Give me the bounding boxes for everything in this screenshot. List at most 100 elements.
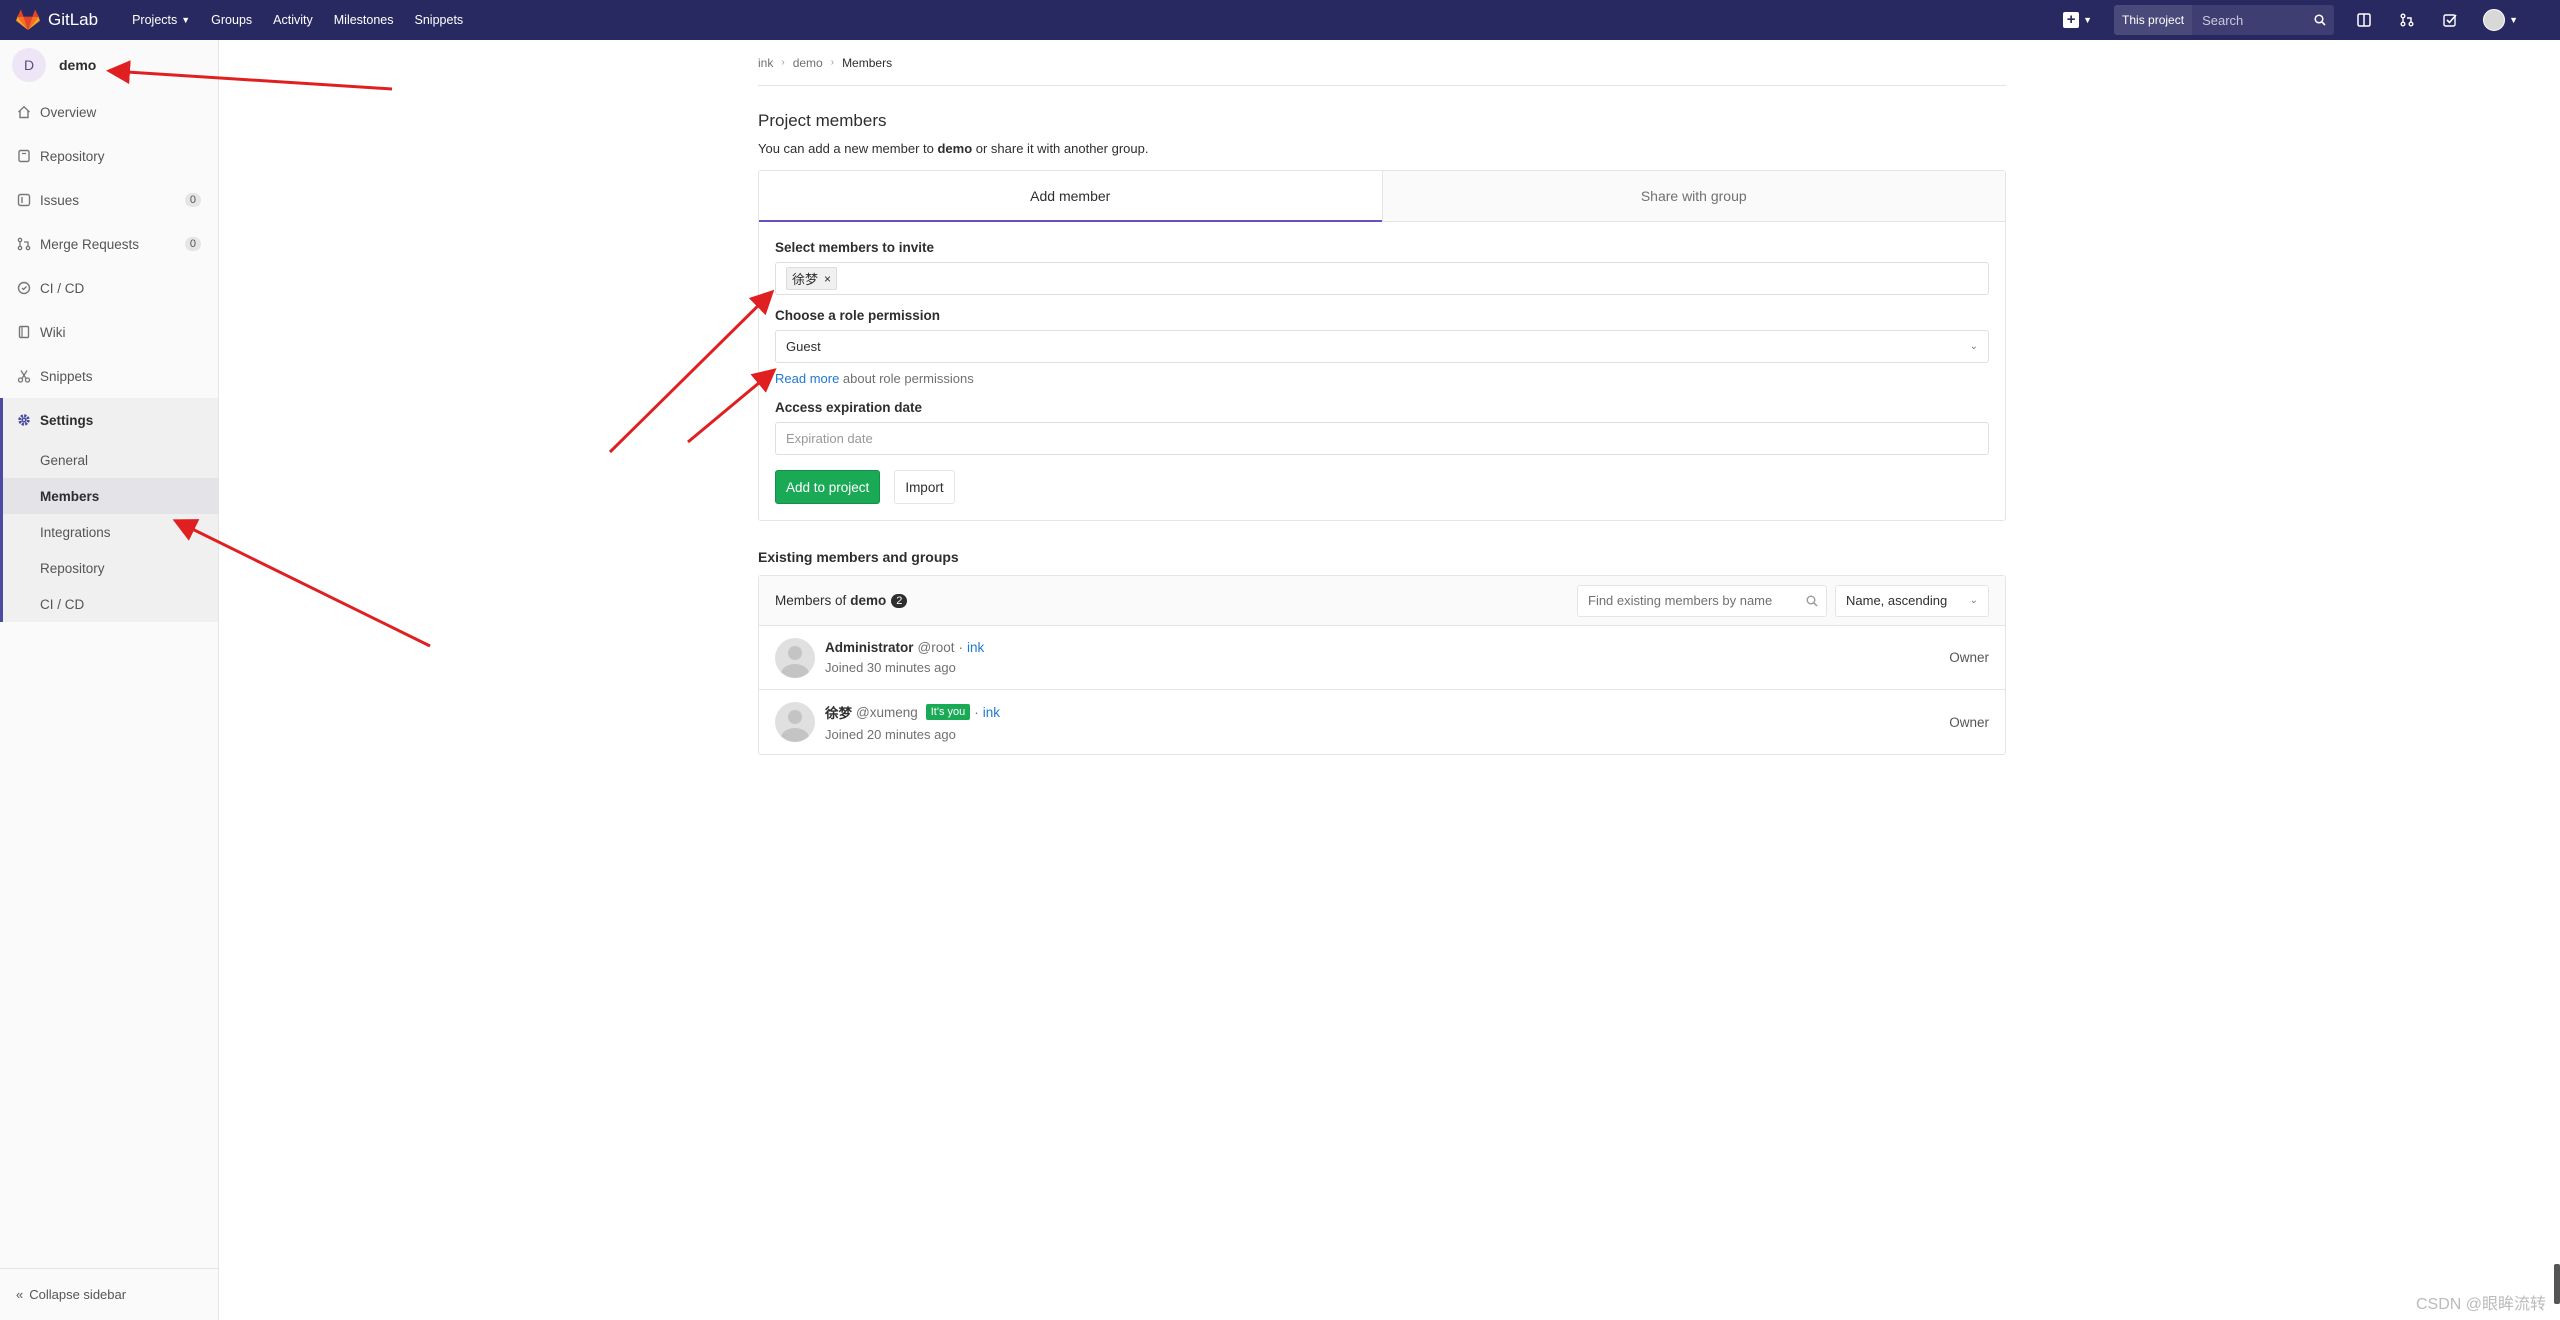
- nav-projects-label: Projects: [132, 13, 178, 27]
- breadcrumb-members[interactable]: Members: [842, 56, 892, 70]
- sort-value: Name, ascending: [1846, 593, 1948, 608]
- member-avatar: [775, 637, 815, 678]
- nav-projects[interactable]: Projects ▼: [132, 13, 190, 27]
- import-button[interactable]: Import: [894, 470, 955, 504]
- project-sidebar: D demo Overview Repository Issues 0 Merg…: [0, 40, 219, 1320]
- todo-icon[interactable]: [2440, 10, 2460, 30]
- nav-groups[interactable]: Groups: [211, 13, 252, 27]
- form-actions: Add to project Import: [775, 470, 1989, 504]
- read-more-link[interactable]: Read more: [775, 371, 839, 386]
- gitlab-brand[interactable]: GitLab: [16, 9, 98, 31]
- sidebar-item-wiki[interactable]: Wiki: [0, 310, 218, 354]
- role-help-text: Read more about role permissions: [775, 371, 1989, 386]
- member-username: @root: [917, 640, 955, 655]
- search-icon: [2314, 14, 2326, 26]
- search-bar[interactable]: This project Search: [2114, 5, 2335, 35]
- members-project-name: demo: [850, 593, 887, 608]
- sort-dropdown[interactable]: Name, ascending ⌄: [1835, 584, 1989, 617]
- member-row: 徐梦 @xumeng It's you · ink Joined 20 minu…: [759, 690, 2005, 754]
- sidebar-sub-general[interactable]: General: [3, 442, 218, 478]
- new-dropdown-button[interactable]: + ▼: [2063, 12, 2092, 28]
- gear-icon: [16, 412, 32, 428]
- sidebar-item-ci-cd[interactable]: CI / CD: [0, 266, 218, 310]
- sidebar-toggle-icon[interactable]: [2354, 10, 2374, 30]
- desc-project: demo: [937, 141, 973, 156]
- find-members-input[interactable]: Find existing members by name: [1577, 584, 1827, 617]
- desc-suffix: or share it with another group.: [972, 141, 1149, 156]
- role-select-value: Guest: [786, 339, 821, 354]
- nav-milestones[interactable]: Milestones: [334, 13, 394, 27]
- find-members-placeholder: Find existing members by name: [1588, 593, 1773, 608]
- merge-request-icon[interactable]: [2397, 10, 2417, 30]
- tab-add-member[interactable]: Add member: [759, 171, 1382, 222]
- member-name[interactable]: 徐梦: [825, 702, 852, 722]
- sidebar-sub-repository[interactable]: Repository: [3, 550, 218, 586]
- chevron-down-icon: ▼: [2509, 15, 2518, 25]
- sidebar-project-header[interactable]: D demo: [0, 40, 218, 90]
- members-count-badge: 2: [891, 593, 908, 608]
- existing-members-title: Existing members and groups: [758, 549, 959, 565]
- read-more-suffix: about role permissions: [839, 371, 974, 386]
- expiration-date-input[interactable]: Expiration date: [775, 422, 1989, 455]
- sidebar-item-label: Settings: [40, 412, 94, 428]
- nav-snippets[interactable]: Snippets: [415, 13, 464, 27]
- role-select[interactable]: Guest ⌄: [775, 330, 1989, 363]
- avatar: [2483, 9, 2506, 31]
- members-select-input[interactable]: 徐梦 ×: [775, 262, 1989, 295]
- member-name[interactable]: Administrator: [825, 640, 914, 655]
- member-role: Owner: [1949, 650, 1989, 665]
- sidebar-item-label: Repository: [40, 148, 105, 164]
- sidebar-sub-integrations[interactable]: Integrations: [3, 514, 218, 550]
- breadcrumb: ink › demo › Members: [758, 40, 2006, 86]
- search-scope[interactable]: This project: [2114, 5, 2193, 35]
- main-content: ink › demo › Members Project members You…: [758, 40, 2006, 755]
- merge-request-icon: [16, 236, 32, 252]
- wiki-icon: [16, 324, 32, 340]
- sidebar-item-label: Merge Requests: [40, 236, 140, 252]
- sidebar-item-label: Issues: [40, 192, 80, 208]
- plus-icon: +: [2063, 12, 2080, 28]
- collapse-sidebar-button[interactable]: « Collapse sidebar: [0, 1268, 219, 1320]
- selected-member-token: 徐梦 ×: [786, 267, 838, 290]
- project-avatar: D: [12, 48, 46, 82]
- member-source-link[interactable]: ink: [967, 640, 984, 655]
- search-icon: [1806, 595, 1818, 607]
- add-to-project-button[interactable]: Add to project: [775, 470, 881, 504]
- sidebar-item-label: CI / CD: [40, 280, 85, 296]
- sidebar-item-merge-requests[interactable]: Merge Requests 0: [0, 222, 218, 266]
- tab-share-with-group[interactable]: Share with group: [1381, 171, 2005, 222]
- members-list-panel: Members of demo 2 Find existing members …: [758, 575, 2006, 755]
- page-title: Project members: [758, 111, 887, 130]
- sidebar-sub-members[interactable]: Members: [3, 478, 218, 514]
- chevron-down-icon: ▼: [2083, 15, 2093, 25]
- chevron-right-icon: ›: [830, 57, 835, 68]
- nav-links: Projects ▼ Groups Activity Milestones Sni…: [132, 13, 484, 27]
- search-input[interactable]: Search: [2192, 5, 2335, 35]
- breadcrumb-demo[interactable]: demo: [793, 56, 823, 70]
- sidebar-item-settings[interactable]: Settings: [3, 398, 218, 442]
- sidebar-sub-ci-cd[interactable]: CI / CD: [3, 586, 218, 622]
- annotation-arrow: [608, 289, 775, 454]
- sidebar-item-label: Overview: [40, 104, 97, 120]
- user-menu[interactable]: ▼: [2483, 9, 2518, 31]
- its-you-badge: It's you: [925, 704, 971, 720]
- member-source-link[interactable]: ink: [983, 705, 1000, 720]
- sidebar-item-issues[interactable]: Issues 0: [0, 178, 218, 222]
- sidebar-item-repository[interactable]: Repository: [0, 134, 218, 178]
- sidebar-item-overview[interactable]: Overview: [0, 90, 218, 134]
- chevron-down-icon: ▼: [181, 15, 191, 25]
- members-list-header: Members of demo 2 Find existing members …: [759, 576, 2005, 626]
- breadcrumb-ink[interactable]: ink: [758, 56, 773, 70]
- merge-requests-count-badge: 0: [184, 237, 201, 251]
- remove-token-icon[interactable]: ×: [824, 272, 831, 286]
- sidebar-item-snippets[interactable]: Snippets: [0, 354, 218, 398]
- scrollbar-handle[interactable]: [2554, 1264, 2560, 1304]
- nav-activity[interactable]: Activity: [273, 13, 313, 27]
- sidebar-settings-group: Settings General Members Integrations Re…: [0, 398, 218, 622]
- sidebar-item-label: Snippets: [40, 368, 93, 384]
- member-joined: Joined 20 minutes ago: [825, 727, 956, 742]
- gitlab-logo-icon: [16, 9, 40, 30]
- page-description: You can add a new member to demo or shar…: [758, 141, 2006, 156]
- member-identity: 徐梦 @xumeng It's you · ink: [825, 702, 1000, 722]
- member-info: Administrator @root · ink Joined 30 minu…: [825, 640, 984, 675]
